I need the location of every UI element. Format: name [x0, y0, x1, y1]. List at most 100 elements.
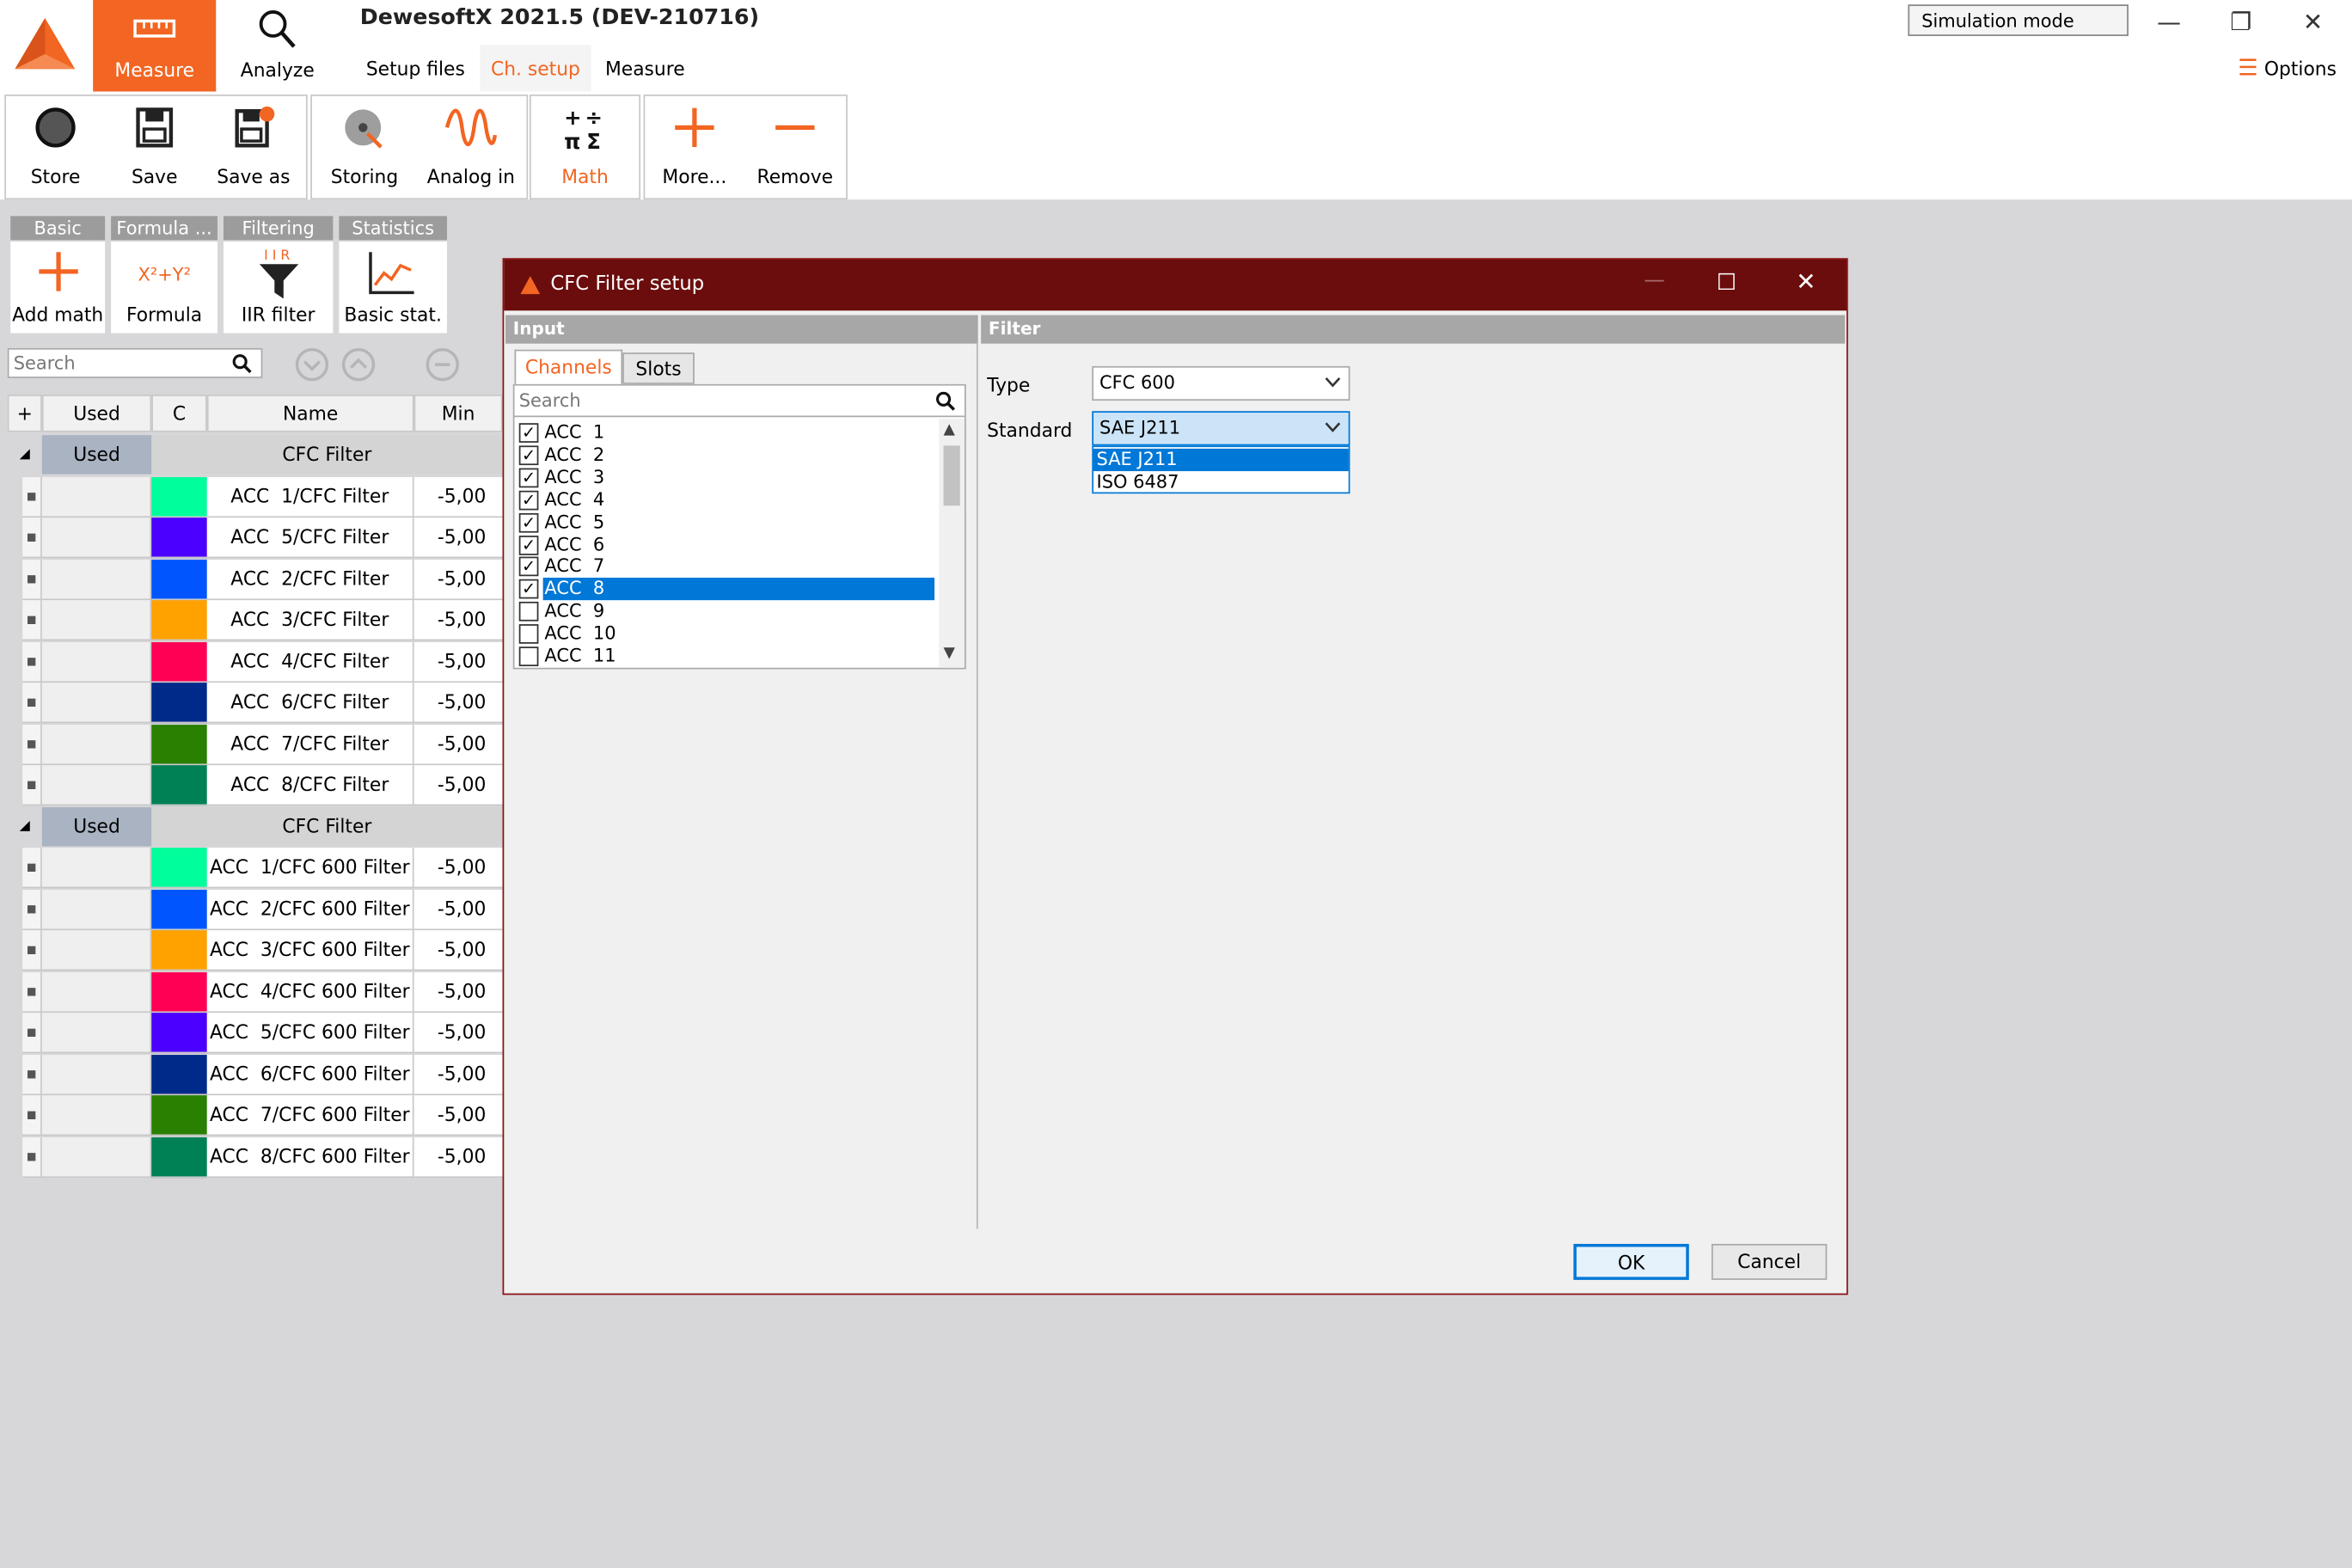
- row-expand-icon[interactable]: ■: [22, 600, 42, 641]
- search-icon[interactable]: [935, 391, 956, 412]
- dialog-minimize-icon[interactable]: —: [1632, 268, 1676, 292]
- table-group-header[interactable]: ◢ Used CFC Filter: [7, 435, 503, 476]
- checkbox-checked-icon[interactable]: ✓: [518, 512, 539, 532]
- channel-list-item[interactable]: ✓ ACC 5: [515, 511, 936, 533]
- used-toggle[interactable]: [41, 518, 152, 559]
- ok-button[interactable]: OK: [1573, 1243, 1689, 1280]
- type-select[interactable]: CFC 600: [1092, 365, 1351, 401]
- scroll-down-icon[interactable]: ▼: [944, 646, 955, 662]
- used-toggle[interactable]: [41, 971, 152, 1013]
- used-toggle[interactable]: [41, 683, 152, 724]
- channel-list-item[interactable]: ✓ ACC 8: [515, 578, 936, 601]
- channel-name[interactable]: ACC 2/CFC 600 Filter: [206, 889, 414, 930]
- cancel-button[interactable]: Cancel: [1711, 1243, 1828, 1280]
- color-swatch[interactable]: [151, 889, 207, 930]
- table-row[interactable]: ■ ACC 7/CFC 600 Filter -5,00: [8, 1095, 503, 1136]
- channel-min[interactable]: -5,00: [413, 724, 503, 765]
- row-expand-icon[interactable]: ■: [22, 848, 42, 889]
- channel-list-item[interactable]: ACC 11: [515, 646, 936, 668]
- tab-channels[interactable]: Channels: [514, 349, 623, 384]
- channel-name[interactable]: ACC 1/CFC 600 Filter: [206, 848, 414, 889]
- color-swatch[interactable]: [151, 848, 207, 889]
- table-row[interactable]: ■ ACC 3/CFC 600 Filter -5,00: [8, 930, 503, 971]
- channel-min[interactable]: -5,00: [413, 600, 503, 641]
- used-toggle[interactable]: [41, 765, 152, 806]
- color-swatch[interactable]: [151, 1095, 207, 1136]
- channel-name[interactable]: ACC 3/CFC Filter: [206, 600, 414, 641]
- checkbox-checked-icon[interactable]: ✓: [518, 579, 539, 599]
- color-swatch[interactable]: [151, 476, 207, 518]
- used-toggle[interactable]: [41, 724, 152, 765]
- col-used-header[interactable]: Used: [41, 395, 152, 432]
- channel-name[interactable]: ACC 1/CFC Filter: [206, 476, 414, 518]
- row-expand-icon[interactable]: ■: [22, 683, 42, 724]
- channel-search-input[interactable]: Search: [7, 347, 263, 378]
- used-toggle[interactable]: [41, 559, 152, 600]
- color-swatch[interactable]: [151, 1013, 207, 1054]
- row-expand-icon[interactable]: ■: [22, 1095, 42, 1136]
- table-row[interactable]: ■ ACC 6/CFC Filter -5,00: [8, 683, 503, 724]
- channel-list-item[interactable]: ✓ ACC 3: [515, 466, 936, 488]
- channel-min[interactable]: -5,00: [413, 971, 503, 1013]
- channel-name[interactable]: ACC 7/CFC Filter: [206, 724, 414, 765]
- search-icon[interactable]: [232, 354, 252, 374]
- channel-list-item[interactable]: ✓ ACC 2: [515, 444, 936, 466]
- channel-min[interactable]: -5,00: [413, 518, 503, 559]
- dewesoft-logo[interactable]: [12, 15, 78, 75]
- restore-icon[interactable]: ❐: [2211, 3, 2271, 41]
- table-row[interactable]: ■ ACC 5/CFC Filter -5,00: [8, 518, 503, 559]
- channel-min[interactable]: -5,00: [413, 889, 503, 930]
- channel-list-item[interactable]: ✓ ACC 1: [515, 421, 936, 444]
- channel-min[interactable]: -5,00: [413, 683, 503, 724]
- store-button[interactable]: Store: [6, 96, 105, 199]
- used-toggle[interactable]: [41, 848, 152, 889]
- tab-slots[interactable]: Slots: [622, 352, 695, 384]
- tab-ch-setup[interactable]: Ch. setup: [480, 45, 591, 92]
- row-expand-icon[interactable]: ■: [22, 971, 42, 1013]
- col-min-header[interactable]: Min: [413, 395, 503, 432]
- channel-list-item[interactable]: ACC 10: [515, 623, 936, 646]
- math-button[interactable]: + ÷ π Σ Math: [531, 96, 640, 199]
- used-toggle[interactable]: [41, 889, 152, 930]
- checkbox-checked-icon[interactable]: ✓: [518, 535, 539, 554]
- collapse-icon[interactable]: ◢: [7, 806, 42, 848]
- table-row[interactable]: ■ ACC 7/CFC Filter -5,00: [8, 724, 503, 765]
- simulation-mode-select[interactable]: Simulation mode: [1908, 4, 2129, 36]
- checkbox-checked-icon[interactable]: ✓: [518, 490, 539, 510]
- channel-list-item[interactable]: ✓ ACC 4: [515, 488, 936, 511]
- options-button[interactable]: ☰ Options: [2238, 54, 2337, 81]
- storing-button[interactable]: Storing: [312, 96, 417, 199]
- row-expand-icon[interactable]: ■: [22, 1136, 42, 1178]
- table-group-header[interactable]: ◢ Used CFC Filter: [7, 806, 503, 848]
- row-expand-icon[interactable]: ■: [22, 724, 42, 765]
- used-toggle[interactable]: [41, 930, 152, 971]
- used-toggle[interactable]: [41, 641, 152, 683]
- row-expand-icon[interactable]: ■: [22, 930, 42, 971]
- col-color-header[interactable]: C: [151, 395, 207, 432]
- used-toggle[interactable]: [41, 476, 152, 518]
- channel-list-scrollbar[interactable]: ▲ ▼: [939, 418, 965, 668]
- channel-min[interactable]: -5,00: [413, 559, 503, 600]
- table-row[interactable]: ■ ACC 2/CFC Filter -5,00: [8, 559, 503, 600]
- table-row[interactable]: ■ ACC 1/CFC 600 Filter -5,00: [8, 848, 503, 889]
- formula-button[interactable]: X²+Y² Formula: [111, 242, 218, 334]
- table-row[interactable]: ■ ACC 4/CFC Filter -5,00: [8, 641, 503, 683]
- channel-list-item[interactable]: ✓ ACC 7: [515, 556, 936, 579]
- row-expand-icon[interactable]: ■: [22, 559, 42, 600]
- channel-list-item[interactable]: ACC 9: [515, 601, 936, 623]
- standard-select[interactable]: SAE J211: [1092, 411, 1351, 446]
- used-toggle[interactable]: [41, 1136, 152, 1178]
- row-expand-icon[interactable]: ■: [22, 518, 42, 559]
- used-toggle[interactable]: [41, 1095, 152, 1136]
- col-add-header[interactable]: +: [7, 395, 42, 432]
- channel-name[interactable]: ACC 5/CFC 600 Filter: [206, 1013, 414, 1054]
- checkbox-checked-icon[interactable]: ✓: [518, 423, 539, 443]
- checkbox-checked-icon[interactable]: ✓: [518, 468, 539, 487]
- add-math-button[interactable]: Add math: [10, 242, 106, 334]
- table-row[interactable]: ■ ACC 8/CFC 600 Filter -5,00: [8, 1136, 503, 1178]
- tab-setup-files[interactable]: Setup files: [360, 45, 471, 91]
- channel-name[interactable]: ACC 2/CFC Filter: [206, 559, 414, 600]
- color-swatch[interactable]: [151, 641, 207, 683]
- minimize-icon[interactable]: —: [2139, 3, 2199, 41]
- color-swatch[interactable]: [151, 683, 207, 724]
